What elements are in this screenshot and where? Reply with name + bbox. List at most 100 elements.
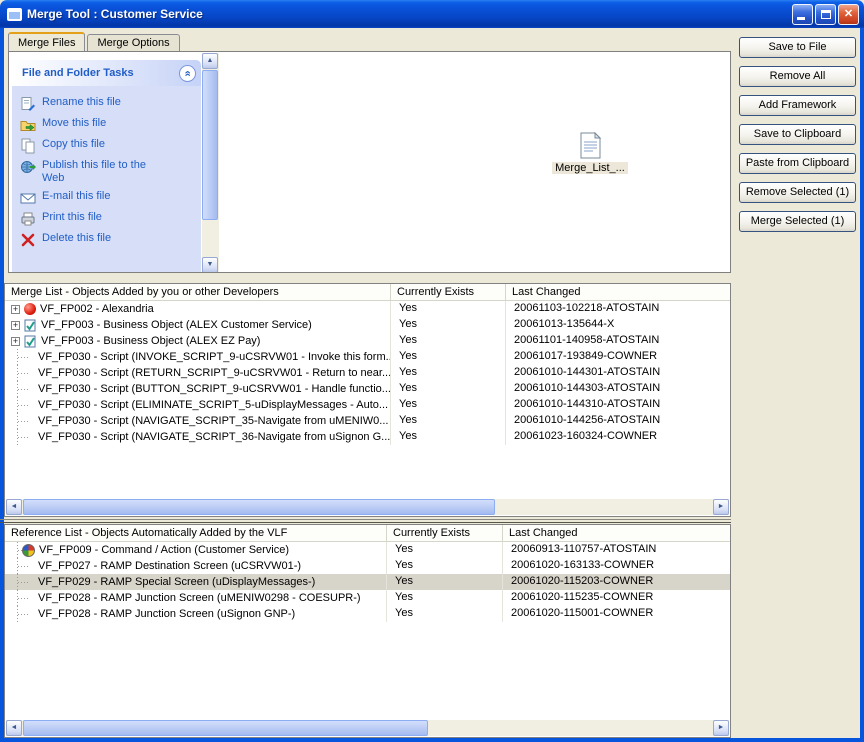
task-delete-file[interactable]: Delete this file [20,232,197,248]
merge-list-panel: Merge List - Objects Added by you or oth… [4,283,731,517]
merge-list-file-item[interactable]: Merge_List_... [544,132,636,174]
maximize-button[interactable] [815,4,836,25]
remove-selected-button[interactable]: Remove Selected (1) [739,182,856,203]
add-framework-button[interactable]: Add Framework [739,95,856,116]
tree-line [8,590,38,606]
task-pane-title: File and Folder Tasks [22,67,179,79]
table-row-selected[interactable]: VF_FP029 - RAMP Special Screen (uDisplay… [5,574,730,590]
last-changed-cell: 20061013-135644-X [506,317,730,333]
task-rename-file[interactable]: Rename this file [20,96,197,112]
window-title: Merge Tool : Customer Service [27,7,792,21]
horizontal-scroll-thumb[interactable] [23,720,428,736]
currently-exists-cell: Yes [391,301,506,317]
object-name-cell: VF_FP030 - Script (INVOKE_SCRIPT_9-uCSRV… [5,349,391,365]
last-changed-cell: 20061020-115001-COWNER [503,606,730,622]
table-row[interactable]: + VF_FP003 - Business Object (ALEX EZ Pa… [5,333,730,349]
task-email-file[interactable]: E-mail this file [20,190,197,206]
currently-exists-cell: Yes [391,365,506,381]
expand-icon[interactable]: + [11,321,20,330]
business-object-icon [24,319,37,332]
task-copy-file[interactable]: Copy this file [20,138,197,154]
collapse-chevron-icon[interactable]: « [179,65,196,82]
tree-line [8,558,38,574]
merge-selected-button[interactable]: Merge Selected (1) [739,211,856,232]
table-row[interactable]: + VF_FP002 - Alexandria Yes 20061103-102… [5,301,730,317]
object-name-cell: + VF_FP003 - Business Object (ALEX EZ Pa… [5,333,391,349]
tree-line [8,413,38,429]
section-divider [0,522,731,523]
scroll-down-icon[interactable]: ▼ [202,257,218,273]
table-row[interactable]: + VF_FP003 - Business Object (ALEX Custo… [5,317,730,333]
reference-list-horizontal-scrollbar[interactable]: ◄ ► [6,720,729,736]
object-name-cell: + VF_FP003 - Business Object (ALEX Custo… [5,317,391,333]
tab-merge-files[interactable]: Merge Files [8,32,85,51]
object-name-cell: VF_FP030 - Script (NAVIGATE_SCRIPT_35-Na… [5,413,391,429]
column-currently-exists: Currently Exists [391,284,506,300]
last-changed-cell: 20061020-163133-COWNER [503,558,730,574]
task-pane-vertical-scrollbar[interactable]: ▲ ▼ [202,53,219,273]
save-to-clipboard-button[interactable]: Save to Clipboard [739,124,856,145]
close-button[interactable]: ✕ [838,4,859,25]
remove-all-button[interactable]: Remove All [739,66,856,87]
object-name-cell: VF_FP029 - RAMP Special Screen (uDisplay… [5,574,387,590]
object-name-cell: + VF_FP002 - Alexandria [5,301,391,317]
expand-icon[interactable]: + [11,337,20,346]
table-row[interactable]: VF_FP027 - RAMP Destination Screen (uCSR… [5,558,730,574]
currently-exists-cell: Yes [391,429,506,445]
tab-merge-options[interactable]: Merge Options [87,34,179,51]
tree-line [8,542,22,558]
merge-list-horizontal-scrollbar[interactable]: ◄ ► [6,499,729,515]
reference-list-header: Reference List - Objects Automatically A… [5,525,730,542]
scroll-left-icon[interactable]: ◄ [6,499,22,515]
currently-exists-cell: Yes [387,606,503,622]
horizontal-scroll-thumb[interactable] [23,499,495,515]
task-print-file[interactable]: Print this file [20,211,197,227]
table-row[interactable]: VF_FP028 - RAMP Junction Screen (uMENIW0… [5,590,730,606]
scroll-left-icon[interactable]: ◄ [6,720,22,736]
task-publish-file[interactable]: Publish this file to the Web [20,159,197,185]
expand-icon[interactable]: + [11,305,20,314]
window-border-right [860,28,864,742]
table-row[interactable]: VF_FP030 - Script (NAVIGATE_SCRIPT_35-Na… [5,413,730,429]
file-explorer-panel: File and Folder Tasks « Rename this file… [8,51,731,273]
last-changed-cell: 20060913-110757-ATOSTAIN [503,542,730,558]
currently-exists-cell: Yes [387,542,503,558]
table-row[interactable]: VF_FP030 - Script (BUTTON_SCRIPT_9-uCSRV… [5,381,730,397]
tree-line [8,381,38,397]
table-row[interactable]: VF_FP030 - Script (NAVIGATE_SCRIPT_36-Na… [5,429,730,445]
table-row[interactable]: VF_FP030 - Script (ELIMINATE_SCRIPT_5-uD… [5,397,730,413]
copy-icon [20,138,36,154]
titlebar: Merge Tool : Customer Service ✕ [0,0,864,28]
publish-icon [20,159,36,175]
table-row[interactable]: VF_FP030 - Script (RETURN_SCRIPT_9-uCSRV… [5,365,730,381]
column-last-changed: Last Changed [506,284,730,300]
save-to-file-button[interactable]: Save to File [739,37,856,58]
vertical-scroll-thumb[interactable] [202,70,218,220]
table-row[interactable]: VF_FP028 - RAMP Junction Screen (uSignon… [5,606,730,622]
business-object-icon [24,335,37,348]
tab-strip: Merge Files Merge Options [8,32,182,51]
merge-list-title: Merge List - Objects Added by you or oth… [5,284,391,300]
paste-from-clipboard-button[interactable]: Paste from Clipboard [739,153,856,174]
tree-line [8,349,38,365]
object-name-cell: VF_FP030 - Script (RETURN_SCRIPT_9-uCSRV… [5,365,391,381]
last-changed-cell: 20061010-144310-ATOSTAIN [506,397,730,413]
scroll-right-icon[interactable]: ► [713,720,729,736]
file-and-folder-tasks-pane: File and Folder Tasks « Rename this file… [12,60,201,273]
scroll-up-icon[interactable]: ▲ [202,53,218,69]
reference-list-title: Reference List - Objects Automatically A… [5,525,387,541]
tree-line [8,574,38,590]
task-move-file[interactable]: Move this file [20,117,197,133]
last-changed-cell: 20061020-115203-COWNER [503,574,730,590]
scroll-right-icon[interactable]: ► [713,499,729,515]
currently-exists-cell: Yes [391,333,506,349]
merge-list-header: Merge List - Objects Added by you or oth… [5,284,730,301]
file-label: Merge_List_... [552,162,628,174]
reference-list-panel: Reference List - Objects Automatically A… [4,524,731,738]
currently-exists-cell: Yes [387,590,503,606]
merge-tool-window: Merge Tool : Customer Service ✕ Merge Fi… [0,0,864,742]
table-row[interactable]: VF_FP030 - Script (INVOKE_SCRIPT_9-uCSRV… [5,349,730,365]
minimize-button[interactable] [792,4,813,25]
tree-line [8,429,38,445]
table-row[interactable]: VF_FP009 - Command / Action (Customer Se… [5,542,730,558]
